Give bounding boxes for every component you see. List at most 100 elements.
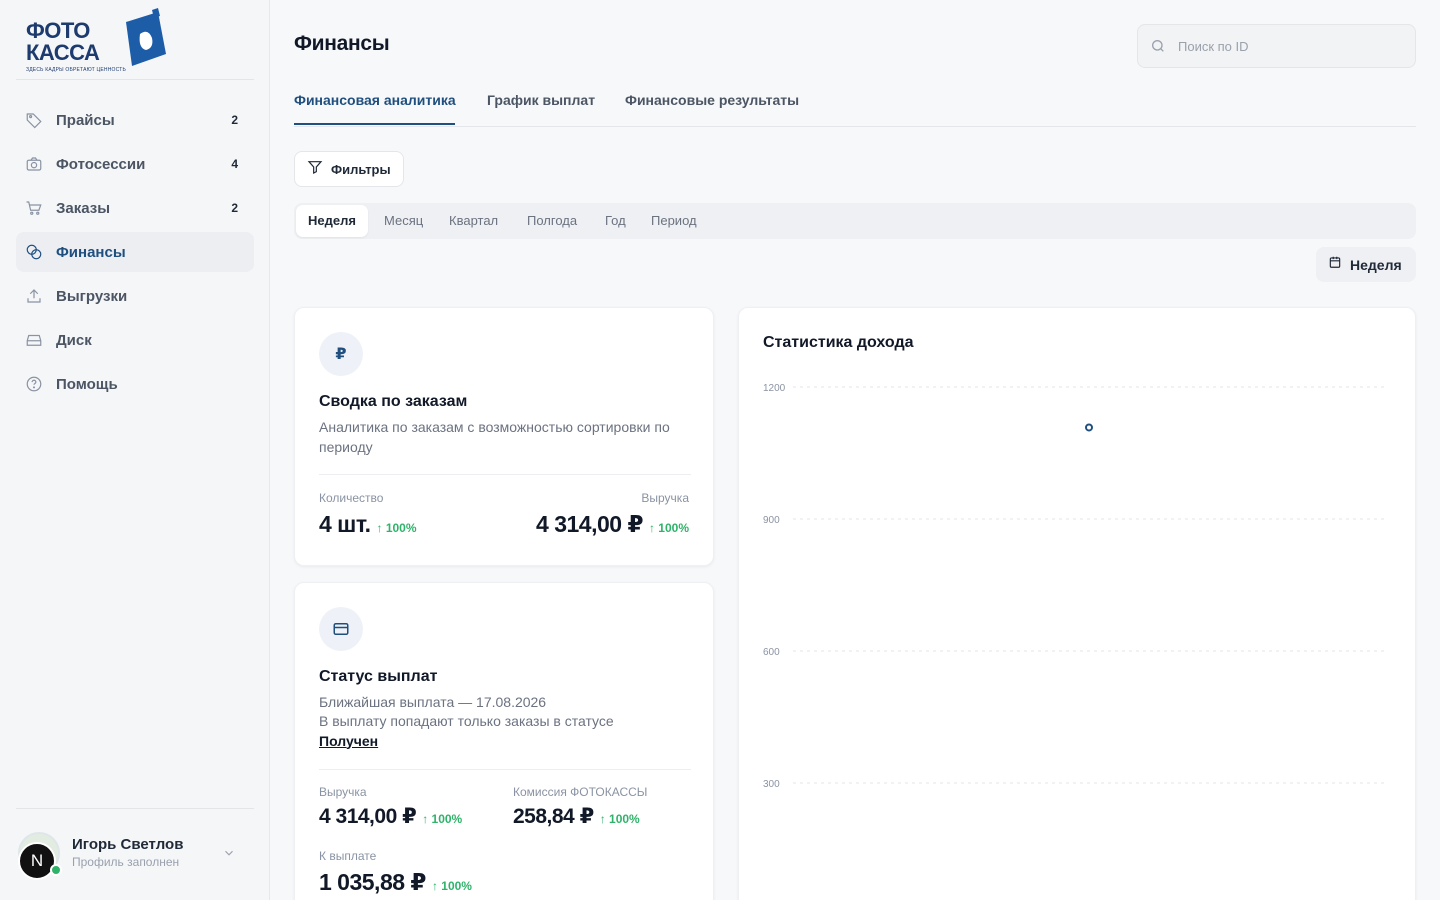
logo[interactable]: ФОТО КАССА ЗДЕСЬ КАДРЫ ОБРЕТАЮТ ЦЕННОСТЬ [26,8,168,76]
revenue-number: 4 314,00 ₽ [319,805,417,828]
status-received-link[interactable]: Получен [319,733,378,749]
sidebar-divider [16,79,254,80]
revenue-label: Выручка [641,491,689,505]
disk-icon [24,330,44,350]
revenue-value: 4 314,00 ₽ ↑ 100% [319,804,462,829]
credit-card-icon [319,607,363,651]
period-week[interactable]: Неделя [296,205,368,237]
sidebar-item-label: Диск [56,331,92,349]
tab-payout-schedule[interactable]: График выплат [487,92,595,108]
payout-value: 1 035,88 ₽ ↑ 100% [319,869,472,896]
sidebar-item-label: Прайсы [56,111,115,129]
calendar-icon [1328,255,1342,274]
count-badge: 4 [231,157,238,171]
y-tick-label: 300 [763,779,780,790]
card-title: Сводка по заказам [319,393,468,410]
sidebar-item-photosessions[interactable]: Фотосессии 4 [16,144,254,184]
count-badge: 2 [231,201,238,215]
y-tick-label: 900 [763,515,780,526]
period-custom[interactable]: Период [651,205,697,237]
sidebar: ФОТО КАССА ЗДЕСЬ КАДРЫ ОБРЕТАЮТ ЦЕННОСТЬ… [0,0,270,900]
tabs: Финансовая аналитика График выплат Финан… [294,86,1416,127]
card-divider [319,769,691,770]
sidebar-nav: Прайсы 2 Фотосессии 4 Заказы 2 Финансы В… [16,100,254,408]
card-title: Статус выплат [319,668,438,685]
camera-logo-icon [126,8,166,66]
active-tab-indicator [294,123,455,125]
profile-menu[interactable]: N Игорь Светлов Профиль заполнен [16,828,254,884]
sidebar-item-prices[interactable]: Прайсы 2 [16,100,254,140]
logo-line2: КАССА [26,40,100,65]
page-title: Финансы [294,32,390,55]
upload-icon [24,286,44,306]
period-selector: Неделя Месяц Квартал Полгода Год Период [294,203,1416,239]
date-range-label: Неделя [1350,256,1402,273]
sidebar-item-label: Финансы [56,243,126,261]
revenue-delta: ↑ 100% [648,521,689,535]
camera-icon [24,154,44,174]
tab-financial-results[interactable]: Финансовые результаты [625,92,799,108]
revenue-label: Выручка [319,785,367,799]
coins-icon [24,242,44,262]
period-quarter[interactable]: Квартал [449,205,498,237]
orders-summary-card: ₽ Сводка по заказам Аналитика по заказам… [294,307,714,566]
sidebar-item-exports[interactable]: Выгрузки [16,276,254,316]
avatar-initial: N [18,842,56,880]
logo-tagline: ЗДЕСЬ КАДРЫ ОБРЕТАЮТ ЦЕННОСТЬ [26,67,126,73]
income-chart-card: Статистика дохода 1200 900 600 300 [738,307,1416,900]
count-badge: 2 [231,113,238,127]
online-status-dot [50,864,62,876]
income-chart: 1200 900 600 300 [763,383,1385,790]
sidebar-item-finance[interactable]: Финансы [16,232,254,272]
search-icon [1150,38,1166,59]
filter-icon [307,159,323,180]
filters-button[interactable]: Фильтры [294,151,404,187]
revenue-value: 4 314,00 ₽ ↑ 100% [536,511,689,538]
payout-note-text: В выплату попадают только заказы в стату… [319,713,614,729]
revenue-number: 4 314,00 ₽ [536,511,643,537]
payout-status-card: Статус выплат Ближайшая выплата — 17.08.… [294,582,714,900]
payout-label: К выплате [319,849,377,863]
revenue-delta: ↑ 100% [422,812,463,826]
payout-delta: ↑ 100% [431,879,472,893]
next-payout-text: Ближайшая выплата — 17.08.2026 [319,694,547,710]
sidebar-item-orders[interactable]: Заказы 2 [16,188,254,228]
help-icon [24,374,44,394]
profile-name: Игорь Светлов [72,836,184,853]
logo-text: ФОТО КАССА [26,18,100,65]
search-input[interactable] [1178,25,1408,67]
ruble-icon: ₽ [319,332,363,376]
sidebar-item-label: Выгрузки [56,287,128,305]
period-half-year[interactable]: Полгода [527,205,577,237]
date-range-button[interactable]: Неделя [1316,247,1416,282]
period-year[interactable]: Год [605,205,626,237]
data-point[interactable] [1085,423,1093,432]
chevron-down-icon[interactable] [222,846,236,865]
commission-value: 258,84 ₽ ↑ 100% [513,804,640,829]
count-value: 4 шт. ↑ 100% [319,511,417,538]
payout-number: 1 035,88 ₽ [319,869,426,895]
period-month[interactable]: Месяц [384,205,423,237]
search-box[interactable] [1137,24,1416,68]
count-number: 4 шт. [319,511,371,537]
cart-icon [24,198,44,218]
y-tick-label: 1200 [763,383,786,394]
tag-icon [24,110,44,130]
sidebar-divider [16,808,254,809]
sidebar-item-label: Помощь [56,375,118,393]
y-tick-label: 600 [763,647,780,658]
commission-number: 258,84 ₽ [513,805,594,828]
card-divider [319,474,691,475]
profile-status: Профиль заполнен [72,855,180,869]
tab-financial-analytics[interactable]: Финансовая аналитика [294,92,456,108]
card-description: Аналитика по заказам с возможностью сорт… [319,419,670,455]
filters-label: Фильтры [331,161,391,177]
payout-note: В выплату попадают только заказы в стату… [319,712,699,751]
count-label: Количество [319,491,384,505]
sidebar-item-help[interactable]: Помощь [16,364,254,404]
sidebar-item-label: Заказы [56,199,111,217]
commission-delta: ↑ 100% [599,812,640,826]
commission-label: Комиссия ФОТОКАССЫ [513,785,648,799]
sidebar-item-disk[interactable]: Диск [16,320,254,360]
logo-line1: ФОТО [26,18,90,43]
